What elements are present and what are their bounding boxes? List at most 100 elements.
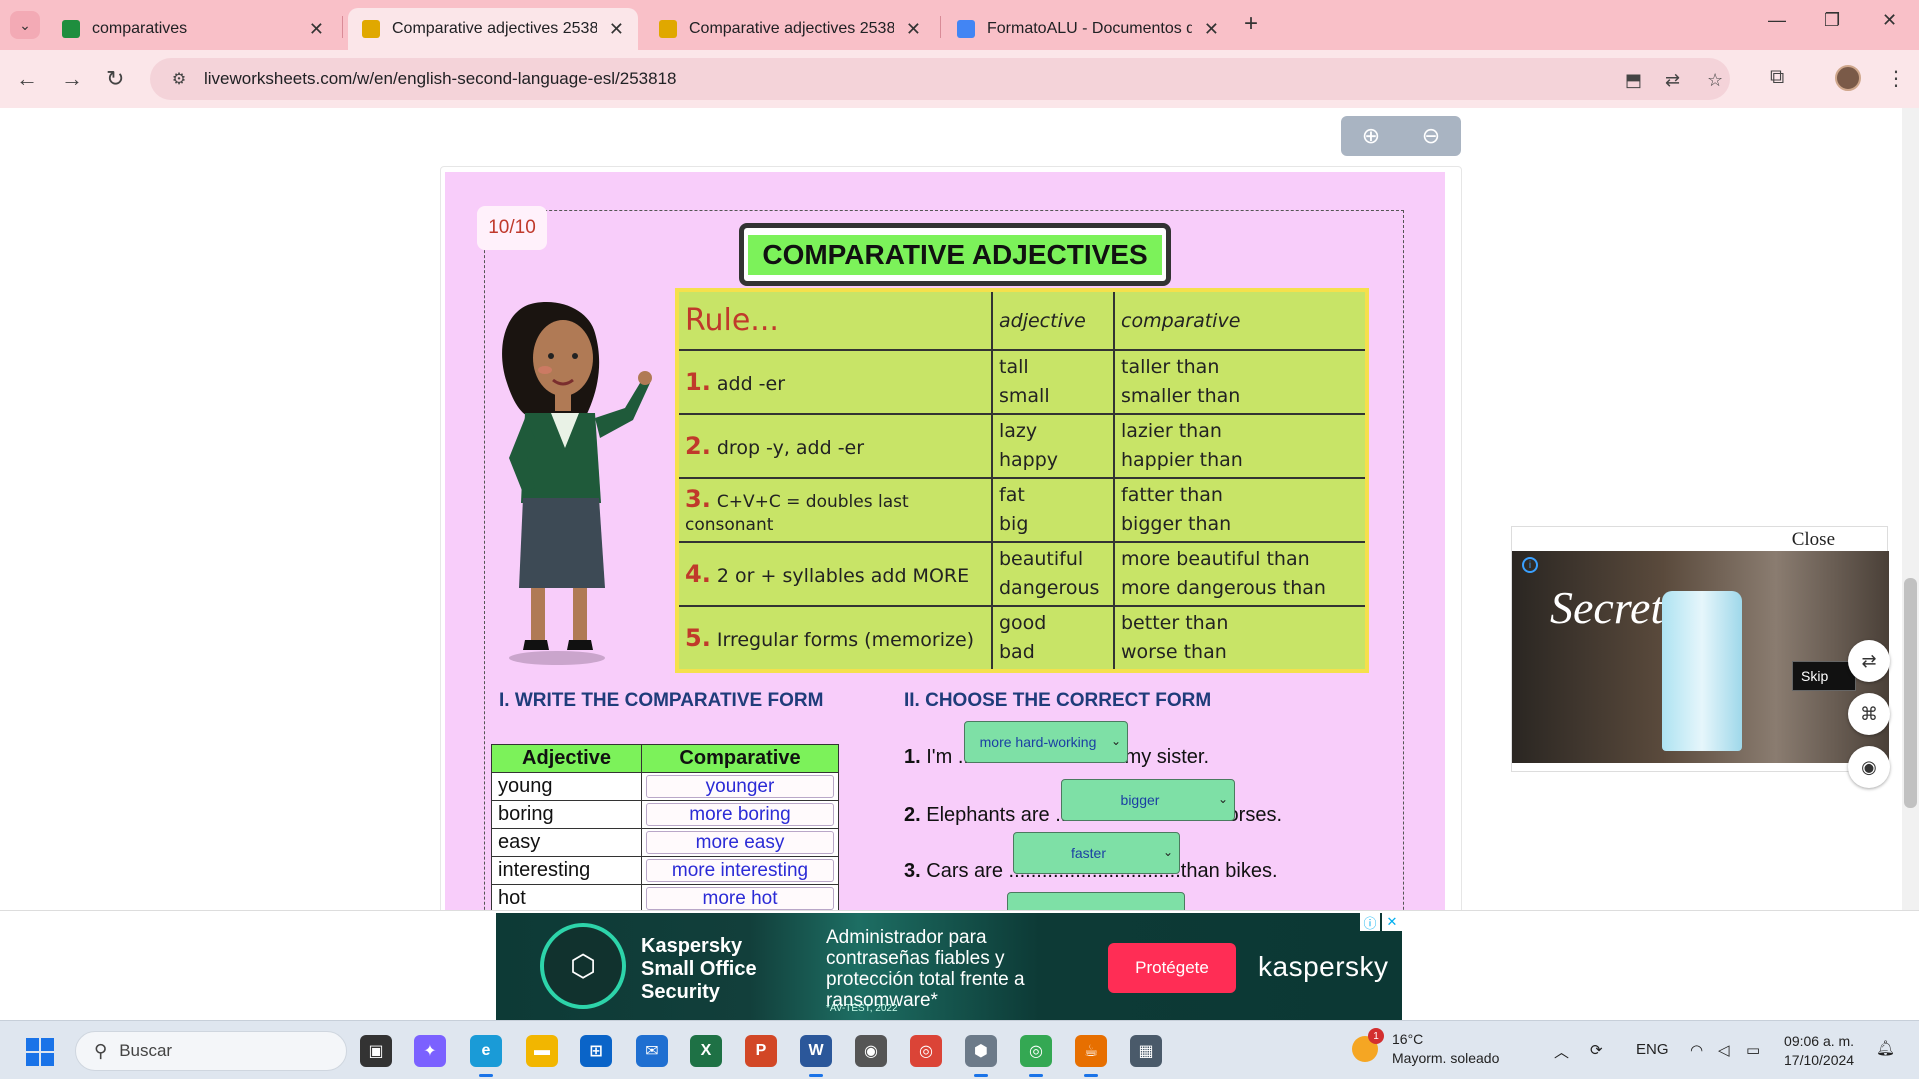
assistant-side-icon[interactable]: ◉ — [1848, 746, 1890, 788]
rule-text: 2 or + syllables add MORE — [716, 565, 970, 587]
store-icon[interactable]: ⊞ — [580, 1035, 612, 1067]
minimize-button[interactable]: — — [1768, 10, 1786, 31]
close-tab-icon[interactable]: ✕ — [599, 19, 624, 40]
tab-search-button[interactable]: ⌄ — [10, 11, 40, 39]
rule-comparative: happier than — [1121, 449, 1243, 471]
selected-value: more hard-working — [979, 734, 1097, 750]
liveworksheets-icon — [362, 20, 380, 38]
kaspersky-ad[interactable]: ⬡ Kaspersky Small Office Security Admini… — [496, 913, 1402, 1021]
ad-choices-icon[interactable]: ⓘ — [1360, 913, 1380, 931]
ad-cta-button[interactable]: Protégete — [1108, 943, 1236, 993]
selected-value: bigger — [1120, 792, 1160, 808]
back-icon[interactable]: ← — [16, 66, 38, 92]
powerpoint-icon[interactable]: P — [745, 1035, 777, 1067]
section1-heading: I. WRITE THE COMPARATIVE FORM — [499, 690, 824, 711]
tab-title: Comparative adjectives 253818 — [689, 20, 894, 37]
answer-input[interactable]: more boring — [646, 803, 834, 826]
ad-product-image — [1662, 591, 1742, 751]
answer-select[interactable]: bigger ⌄ — [1061, 779, 1235, 821]
shield-logo-icon: ⬡ — [540, 923, 626, 1009]
section2-heading: II. CHOOSE THE CORRECT FORM — [904, 690, 1212, 711]
taskbar-search[interactable]: ⚲ Buscar — [75, 1031, 347, 1071]
tab-title: comparatives — [92, 20, 188, 37]
answer-input[interactable]: younger — [646, 775, 834, 798]
new-tab-button[interactable]: + — [1244, 10, 1258, 38]
edge-icon[interactable]: e — [470, 1035, 502, 1077]
url-text[interactable]: liveworksheets.com/w/en/english-second-l… — [204, 69, 677, 89]
apps-side-icon[interactable]: ⌘ — [1848, 693, 1890, 735]
chrome-profile-icon[interactable]: ◎ — [1020, 1035, 1052, 1077]
item-number: 1. — [904, 746, 921, 768]
chrome-icon[interactable]: ◎ — [910, 1035, 942, 1067]
close-tab-icon[interactable]: ✕ — [1194, 19, 1219, 40]
camera-icon[interactable]: ◉ — [855, 1035, 887, 1067]
task-view-icon[interactable]: ▣ — [360, 1035, 392, 1067]
rule-adjective: beautiful — [999, 548, 1084, 570]
browser-toolbar: ← → ↻ ⚙ liveworksheets.com/w/en/english-… — [0, 50, 1919, 108]
video-ad-player[interactable]: i Secret Skip — [1512, 551, 1889, 763]
file-explorer-icon[interactable]: ▬ — [526, 1035, 558, 1067]
notifications-bell-icon[interactable]: 🔔︎ — [1876, 1039, 1895, 1057]
answer-input[interactable]: more easy — [646, 831, 834, 854]
answer-select[interactable]: more hard-working ⌄ — [964, 721, 1128, 763]
answer-select[interactable]: faster ⌄ — [1013, 832, 1180, 874]
scroll-thumb[interactable] — [1904, 578, 1917, 808]
language-indicator[interactable]: ENG — [1636, 1041, 1669, 1058]
item-number: 2. — [904, 804, 921, 826]
tab-title: FormatoALU - Documentos de Go — [987, 20, 1192, 37]
tab-comparatives[interactable]: comparatives ✕ — [48, 8, 338, 50]
item-text-before: I'm — [926, 746, 953, 768]
site-info-icon[interactable]: ⚙ — [162, 69, 196, 89]
ad-info-icon[interactable]: i — [1522, 557, 1538, 573]
rule-number: 1. — [685, 368, 711, 396]
copilot-icon[interactable]: ✦ — [414, 1035, 446, 1067]
rule-comparative: more dangerous than — [1121, 577, 1326, 599]
zoom-in-icon[interactable]: ⊕ — [1341, 116, 1401, 156]
show-hidden-icons-icon[interactable]: ︿ — [1554, 1041, 1569, 1062]
word-icon[interactable]: W — [800, 1035, 832, 1077]
ad-brand-name: kaspersky — [1258, 951, 1389, 982]
table-row: interesting more interesting — [491, 856, 839, 885]
app-icon[interactable]: ⬢ — [965, 1035, 997, 1077]
menu-kebab-icon[interactable]: ⋮ — [1886, 66, 1906, 91]
install-app-icon[interactable]: ⬒ — [1625, 70, 1642, 91]
java-icon[interactable]: ☕ — [1075, 1035, 1107, 1077]
skip-ad-button[interactable]: Skip — [1792, 661, 1856, 691]
clock[interactable]: 09:06 a. m. 17/10/2024 — [1784, 1032, 1854, 1070]
rule-adjective: bad — [999, 641, 1035, 663]
calculator-icon[interactable]: ▦ — [1130, 1035, 1162, 1067]
sync-icon[interactable]: ⟳ — [1590, 1041, 1603, 1059]
answer-input[interactable]: more interesting — [646, 859, 834, 882]
item-text-before: Cars are — [926, 860, 1003, 882]
windows-start-icon[interactable] — [26, 1038, 54, 1066]
close-tab-icon[interactable]: ✕ — [299, 19, 324, 40]
volume-icon[interactable]: ◁ — [1718, 1041, 1730, 1059]
rule-text: drop -y, add -er — [716, 437, 865, 459]
mail-icon[interactable]: ✉ — [636, 1035, 668, 1067]
rule-adjective: happy — [999, 449, 1059, 471]
restore-button[interactable]: ❐ — [1824, 10, 1840, 31]
rule-comparative: bigger than — [1121, 513, 1232, 535]
forward-icon[interactable]: → — [61, 66, 83, 92]
video-ad-close-button[interactable]: Close — [1792, 529, 1835, 551]
tab-formatoalu[interactable]: FormatoALU - Documentos de Go ✕ — [943, 8, 1233, 50]
excel-icon[interactable]: X — [690, 1035, 722, 1067]
page-scrollbar[interactable] — [1902, 108, 1919, 1020]
bookmark-star-icon[interactable]: ☆ — [1707, 70, 1723, 91]
zoom-out-icon[interactable]: ⊖ — [1401, 116, 1461, 156]
close-icon[interactable]: ✕ — [1382, 913, 1402, 931]
extensions-icon[interactable]: ⧉ — [1770, 66, 1784, 89]
close-window-button[interactable]: ✕ — [1882, 10, 1897, 31]
rule-adjective: dangerous — [999, 577, 1100, 599]
close-tab-icon[interactable]: ✕ — [896, 19, 921, 40]
translate-icon[interactable]: ⇄ — [1665, 70, 1680, 91]
battery-icon[interactable]: ▭ — [1746, 1041, 1760, 1059]
answer-input[interactable]: more hot — [646, 887, 834, 910]
wifi-icon[interactable]: ◠ — [1690, 1041, 1703, 1059]
address-bar[interactable]: ⚙ liveworksheets.com/w/en/english-second… — [150, 58, 1730, 100]
profile-avatar[interactable] — [1835, 65, 1861, 91]
reload-icon[interactable]: ↻ — [106, 66, 124, 92]
tab-comparative-adjectives-active[interactable]: Comparative adjectives 253818 ✕ — [348, 8, 638, 50]
tab-comparative-adjectives[interactable]: Comparative adjectives 253818 ✕ — [645, 8, 935, 50]
translate-side-icon[interactable]: ⇄ — [1848, 640, 1890, 682]
